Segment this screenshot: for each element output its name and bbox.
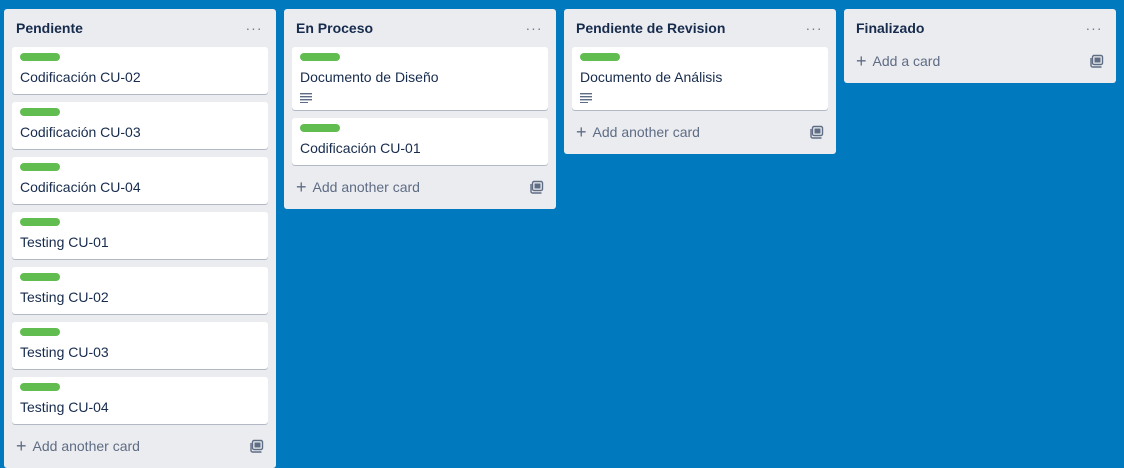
card-title: Testing CU-02 xyxy=(20,289,109,305)
list-title[interactable]: En Proceso xyxy=(296,20,373,36)
plus-icon: + xyxy=(296,177,307,197)
list-header[interactable]: Finalizado ··· xyxy=(852,9,1108,47)
label-green[interactable] xyxy=(20,163,60,171)
card[interactable]: Codificación CU-04 xyxy=(12,157,268,204)
card[interactable]: Codificación CU-01 xyxy=(292,118,548,165)
label-green[interactable] xyxy=(20,273,60,281)
list-title[interactable]: Pendiente xyxy=(16,20,83,36)
card-template-icon[interactable] xyxy=(1090,54,1104,68)
label-green[interactable] xyxy=(20,218,60,226)
card-title: Codificación CU-02 xyxy=(20,69,141,85)
add-card-label: Add a card xyxy=(872,53,941,69)
card[interactable]: Documento de Análisis xyxy=(572,47,828,110)
add-card-button[interactable]: + Add another card xyxy=(292,173,548,201)
list-title[interactable]: Pendiente de Revision xyxy=(576,20,725,36)
card-title: Testing CU-03 xyxy=(20,344,109,360)
plus-icon: + xyxy=(856,51,867,71)
card-title: Testing CU-04 xyxy=(20,399,109,415)
plus-icon: + xyxy=(576,122,587,142)
more-horizontal-icon[interactable]: ··· xyxy=(524,21,544,35)
card-title: Documento de Diseño xyxy=(300,69,439,85)
label-green[interactable] xyxy=(580,53,620,61)
description-icon xyxy=(580,93,592,103)
label-green[interactable] xyxy=(20,53,60,61)
list-pendiente-de-revision: Pendiente de Revision ··· Documento de A… xyxy=(564,9,836,154)
card-list: Documento de Análisis xyxy=(572,47,828,110)
card-template-icon[interactable] xyxy=(250,439,264,453)
more-horizontal-icon[interactable]: ··· xyxy=(1084,21,1104,35)
card[interactable]: Testing CU-03 xyxy=(12,322,268,369)
list-header[interactable]: En Proceso ··· xyxy=(292,9,548,47)
add-card-label: Add another card xyxy=(32,438,140,454)
list-title[interactable]: Finalizado xyxy=(856,20,924,36)
description-icon xyxy=(300,93,312,103)
label-green[interactable] xyxy=(300,124,340,132)
card-list: Documento de Diseño Codificación CU-01 xyxy=(292,47,548,165)
card-title: Codificación CU-03 xyxy=(20,124,141,140)
card[interactable]: Documento de Diseño xyxy=(292,47,548,110)
plus-icon: + xyxy=(16,436,27,456)
card-template-icon[interactable] xyxy=(530,180,544,194)
list-finalizado: Finalizado ··· + Add a card xyxy=(844,9,1116,83)
list-header[interactable]: Pendiente ··· xyxy=(12,9,268,47)
card-title: Codificación CU-01 xyxy=(300,140,421,156)
add-card-button[interactable]: + Add another card xyxy=(572,118,828,146)
label-green[interactable] xyxy=(20,383,60,391)
add-card-button[interactable]: + Add another card xyxy=(12,432,268,460)
card[interactable]: Codificación CU-02 xyxy=(12,47,268,94)
card[interactable]: Testing CU-04 xyxy=(12,377,268,424)
card-title: Documento de Análisis xyxy=(580,69,723,85)
card-title: Codificación CU-04 xyxy=(20,179,141,195)
card-title: Testing CU-01 xyxy=(20,234,109,250)
card-list: Codificación CU-02 Codificación CU-03 Co… xyxy=(12,47,268,424)
list-pendiente: Pendiente ··· Codificación CU-02 Codific… xyxy=(4,9,276,468)
card[interactable]: Testing CU-02 xyxy=(12,267,268,314)
more-horizontal-icon[interactable]: ··· xyxy=(804,21,824,35)
card[interactable]: Testing CU-01 xyxy=(12,212,268,259)
board: Pendiente ··· Codificación CU-02 Codific… xyxy=(0,0,1124,468)
add-card-label: Add another card xyxy=(312,179,420,195)
label-green[interactable] xyxy=(20,108,60,116)
card-template-icon[interactable] xyxy=(810,125,824,139)
label-green[interactable] xyxy=(300,53,340,61)
add-card-button[interactable]: + Add a card xyxy=(852,47,1108,75)
add-card-label: Add another card xyxy=(592,124,700,140)
card[interactable]: Codificación CU-03 xyxy=(12,102,268,149)
list-header[interactable]: Pendiente de Revision ··· xyxy=(572,9,828,47)
label-green[interactable] xyxy=(20,328,60,336)
list-en-proceso: En Proceso ··· Documento de Diseño Codif… xyxy=(284,9,556,209)
more-horizontal-icon[interactable]: ··· xyxy=(244,21,264,35)
